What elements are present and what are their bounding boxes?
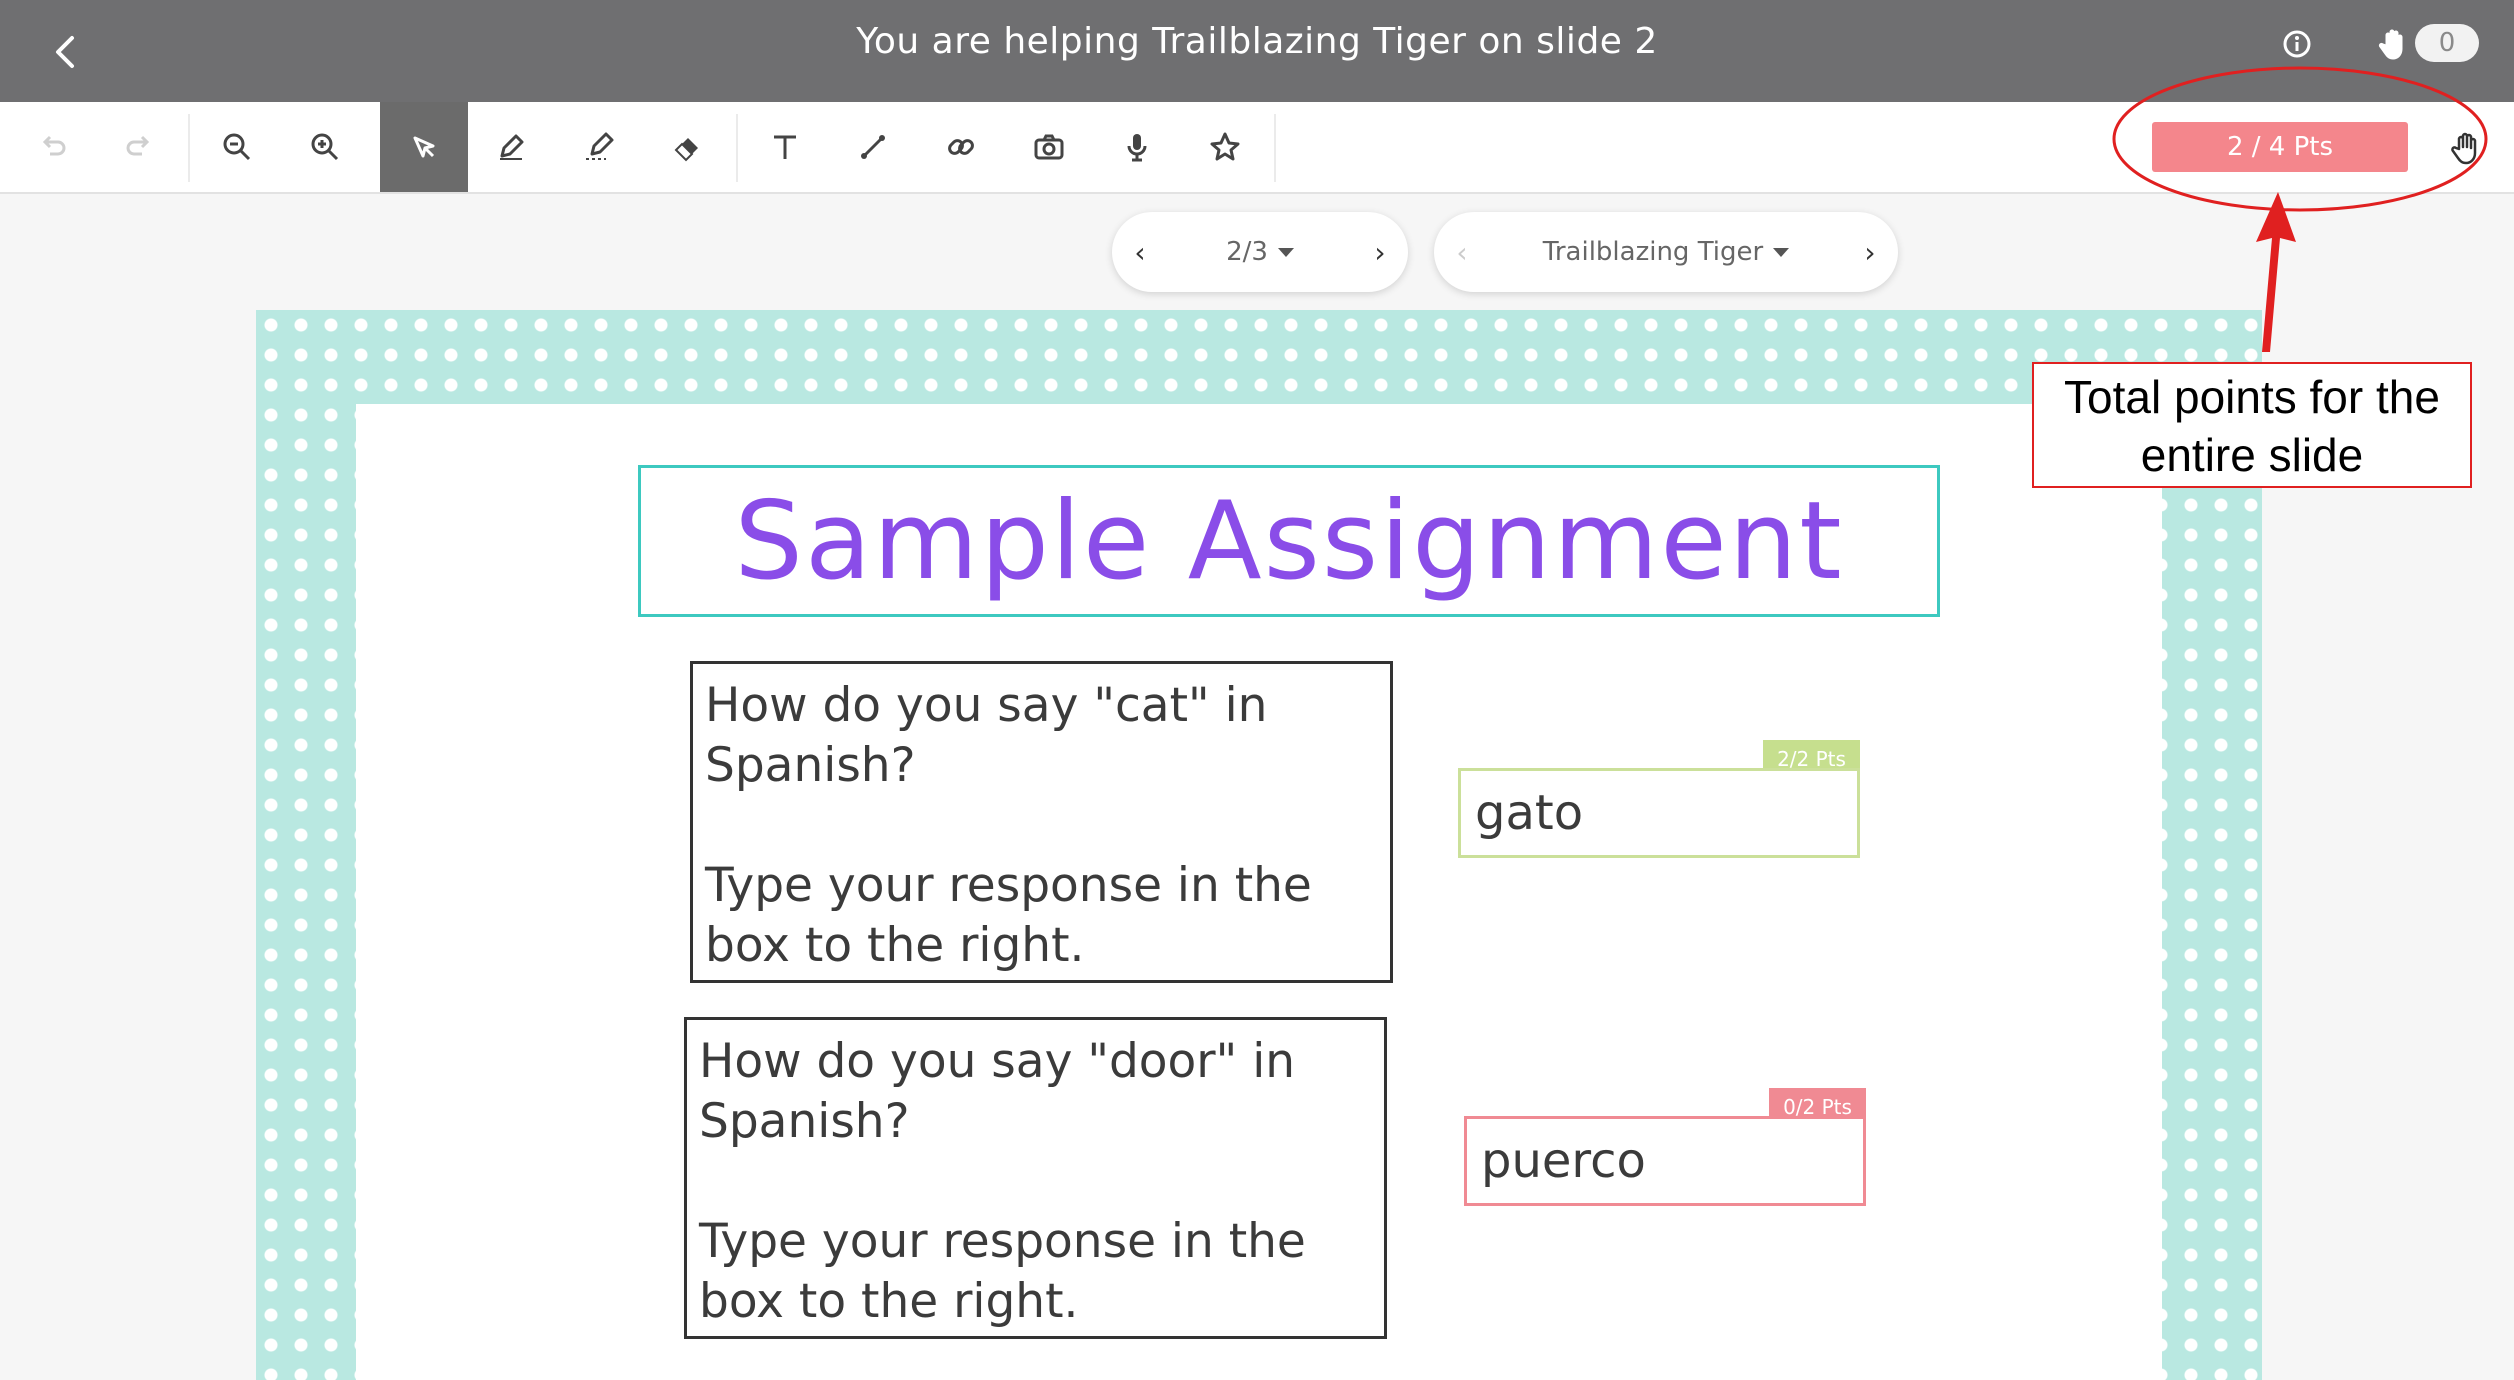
- toolbar-divider: [188, 114, 190, 182]
- chevron-right-icon: ›: [1864, 235, 1876, 269]
- undo-icon: [42, 135, 66, 156]
- answer-response-box[interactable]: gato: [1458, 768, 1860, 858]
- info-icon: [2283, 30, 2311, 58]
- slide-selector[interactable]: 2/3: [1168, 237, 1352, 267]
- redo-button[interactable]: [96, 102, 182, 192]
- previous-slide-button[interactable]: ‹: [1112, 212, 1168, 292]
- slide-navigator: ‹ 2/3 ›: [1112, 212, 1408, 292]
- student-name: Trailblazing Tiger: [1542, 237, 1764, 267]
- zoom-out-icon: [223, 133, 251, 161]
- raised-hands-count: 0: [2415, 24, 2479, 62]
- annotation-arrow-icon: [2256, 192, 2296, 352]
- camera-tool-button[interactable]: [1006, 102, 1092, 192]
- pen-tool-button[interactable]: [468, 102, 554, 192]
- link-tool-button[interactable]: [918, 102, 1004, 192]
- eraser-icon: [674, 138, 698, 162]
- highlighter-icon: [586, 132, 614, 160]
- toolbar-divider: [1274, 114, 1276, 182]
- answer-response-box[interactable]: puerco: [1464, 1116, 1866, 1206]
- question-instruction: Type your response in the box to the rig…: [705, 858, 1312, 973]
- link-icon: [948, 139, 974, 155]
- student-navigator: ‹ Trailblazing Tiger ›: [1434, 212, 1898, 292]
- slide-position: 2/3: [1226, 237, 1268, 267]
- question-box: How do you say "cat" in Spanish? Type yo…: [690, 661, 1393, 983]
- microphone-tool-button[interactable]: [1094, 102, 1180, 192]
- chevron-right-icon: ›: [1374, 235, 1386, 269]
- slide-title: Sample Assignment: [734, 478, 1844, 604]
- undo-button[interactable]: [10, 102, 96, 192]
- star-icon: [1210, 132, 1240, 161]
- redo-icon: [126, 135, 150, 156]
- student-selector[interactable]: Trailblazing Tiger: [1490, 237, 1842, 267]
- next-student-button[interactable]: ›: [1842, 212, 1898, 292]
- zoom-out-button[interactable]: [194, 102, 280, 192]
- microphone-icon: [1127, 134, 1147, 162]
- line-icon: [861, 135, 885, 159]
- next-slide-button[interactable]: ›: [1352, 212, 1408, 292]
- text-icon: [774, 135, 796, 159]
- question-prompt: How do you say "door" in Spanish?: [699, 1034, 1296, 1149]
- highlighter-tool-button[interactable]: [556, 102, 642, 192]
- eraser-tool-button[interactable]: [644, 102, 730, 192]
- question-instruction: Type your response in the box to the rig…: [699, 1214, 1306, 1329]
- question-box: How do you say "door" in Spanish? Type y…: [684, 1017, 1387, 1339]
- hand-icon: [2378, 29, 2403, 60]
- previous-student-button[interactable]: ‹: [1434, 212, 1490, 292]
- slide-title-box: Sample Assignment: [638, 465, 1940, 617]
- text-tool-button[interactable]: [742, 102, 828, 192]
- info-button[interactable]: [2275, 22, 2319, 66]
- raised-hands-button[interactable]: [2370, 24, 2416, 64]
- question-prompt: How do you say "cat" in Spanish?: [705, 678, 1268, 793]
- chevron-left-icon: ‹: [1456, 235, 1468, 269]
- caret-down-icon: [1773, 248, 1790, 257]
- zoom-in-button[interactable]: [282, 102, 368, 192]
- select-tool-button[interactable]: [380, 102, 468, 192]
- sticker-tool-button[interactable]: [1182, 102, 1268, 192]
- pen-icon: [500, 134, 524, 160]
- zoom-in-icon: [311, 133, 339, 161]
- back-button[interactable]: [34, 22, 94, 82]
- annotation-ellipse: [2112, 66, 2488, 212]
- chevron-left-icon: [56, 36, 74, 68]
- line-tool-button[interactable]: [830, 102, 916, 192]
- annotation-callout: Total points for the entire slide: [2032, 362, 2472, 488]
- toolbar-divider: [736, 114, 738, 182]
- chevron-left-icon: ‹: [1134, 235, 1146, 269]
- camera-icon: [1034, 134, 1064, 160]
- select-pointer-icon: [413, 136, 435, 158]
- caret-down-icon: [1277, 248, 1294, 257]
